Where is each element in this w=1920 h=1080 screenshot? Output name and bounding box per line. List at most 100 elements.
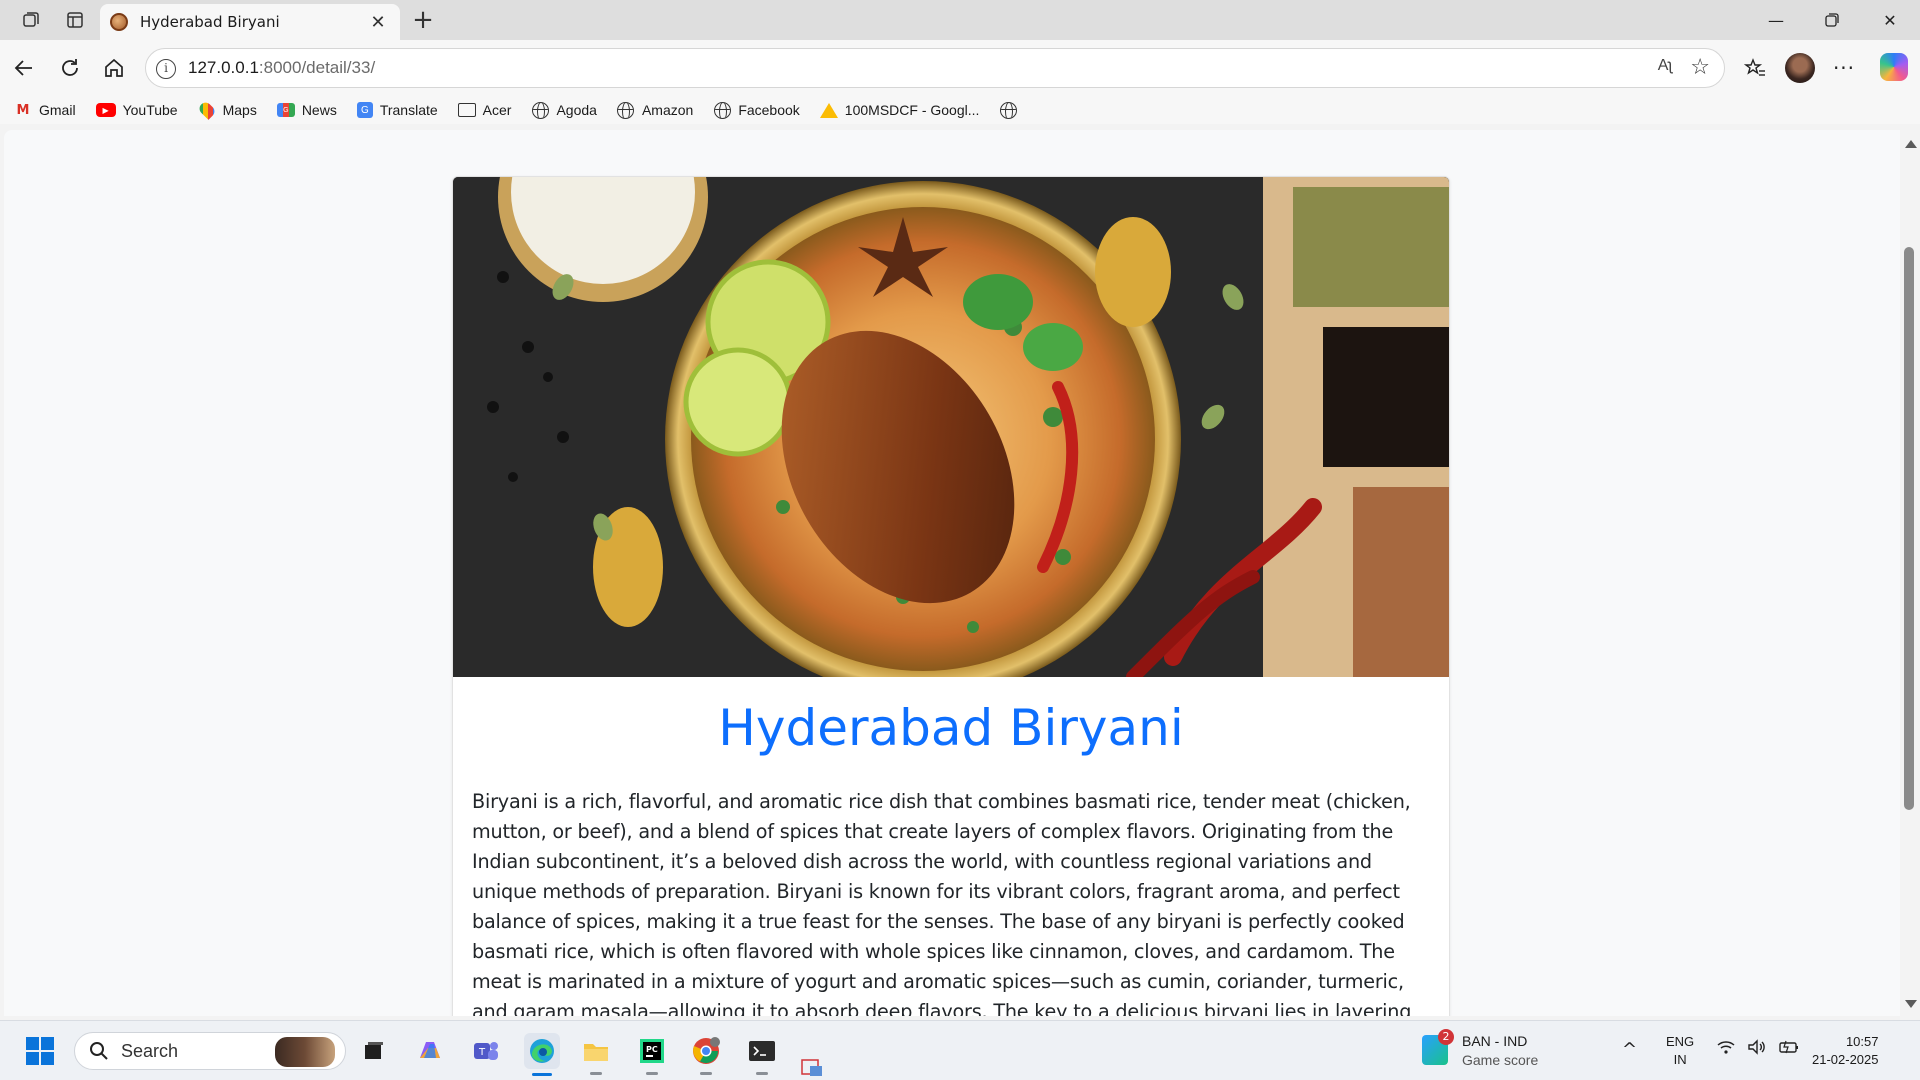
refresh-button[interactable] xyxy=(54,52,86,84)
recipe-description: Biryani is a rich, flavorful, and aromat… xyxy=(472,790,1412,1016)
svg-text:T: T xyxy=(478,1047,486,1058)
gmail-icon: M xyxy=(16,102,30,118)
site-info-icon[interactable]: i xyxy=(156,59,176,79)
bookmark-label: Gmail xyxy=(39,102,76,118)
news-icon: G xyxy=(276,103,295,117)
bookmark-youtube[interactable]: ▶ YouTube xyxy=(95,102,178,118)
tab-active[interactable]: Hyderabad Biryani ✕ xyxy=(100,4,400,40)
back-button[interactable] xyxy=(8,52,40,84)
biryani-illustration xyxy=(453,177,1449,677)
start-button[interactable] xyxy=(22,1033,58,1069)
copilot-icon[interactable] xyxy=(1880,53,1908,81)
globe-icon xyxy=(617,101,635,119)
running-indicator xyxy=(700,1072,712,1075)
browser-toolbar: i 127.0.0.1:8000/detail/33/ Aʅ ☆ ··· xyxy=(0,40,1920,96)
active-indicator xyxy=(532,1073,552,1076)
windows-logo-icon xyxy=(26,1037,54,1065)
home-button[interactable] xyxy=(98,52,130,84)
svg-text:PC: PC xyxy=(646,1045,658,1054)
clock-date: 21-02-2025 xyxy=(1812,1052,1879,1067)
snipping-icon xyxy=(801,1059,822,1076)
windows-taskbar: Search T PC 2 BAN - IND Game score ^ ENG… xyxy=(0,1020,1920,1080)
show-hidden-icons-chevron-up-icon[interactable]: ^ xyxy=(1622,1039,1637,1060)
url-text[interactable]: 127.0.0.1:8000/detail/33/ xyxy=(188,58,375,78)
read-aloud-icon[interactable]: Aʅ xyxy=(1658,57,1672,75)
volume-icon xyxy=(1748,1039,1765,1055)
favorite-star-icon[interactable]: ☆ xyxy=(1690,55,1710,80)
chrome-button[interactable] xyxy=(688,1033,724,1075)
terminal-icon xyxy=(749,1041,775,1061)
folder-icon xyxy=(457,102,476,118)
clock[interactable]: 10:57 21-02-2025 xyxy=(1812,1033,1879,1069)
running-indicator xyxy=(756,1072,768,1075)
minimize-button[interactable]: — xyxy=(1748,0,1804,40)
url-path: :8000/detail/33/ xyxy=(258,58,376,77)
bookmark-amazon[interactable]: Amazon xyxy=(617,101,694,119)
workspaces-icon-glyph xyxy=(23,12,39,27)
task-view-button[interactable] xyxy=(356,1033,392,1069)
copilot-app-button[interactable] xyxy=(412,1033,448,1069)
bookmark-globe[interactable] xyxy=(999,101,1024,119)
vertical-tabs-icon[interactable] xyxy=(60,7,90,33)
bookmark-label: Facebook xyxy=(738,102,800,118)
close-window-button[interactable]: ✕ xyxy=(1862,0,1918,40)
input-language[interactable]: ENG IN xyxy=(1666,1033,1694,1069)
system-tray[interactable] xyxy=(1716,1039,1800,1059)
close-tab-icon[interactable]: ✕ xyxy=(366,12,390,33)
scroll-up-icon[interactable] xyxy=(1905,140,1917,148)
globe-icon xyxy=(531,101,549,119)
bookmark-agoda[interactable]: Agoda xyxy=(531,101,597,119)
edge-button[interactable] xyxy=(524,1033,560,1076)
favorites-list-icon xyxy=(1744,58,1765,76)
bookmark-label: Translate xyxy=(379,102,438,118)
pycharm-icon: PC xyxy=(640,1039,664,1063)
bookmark-translate[interactable]: G Translate xyxy=(356,102,438,118)
profile-avatar[interactable] xyxy=(1785,53,1815,83)
bookmark-acer[interactable]: Acer xyxy=(457,102,511,118)
translate-icon: G xyxy=(356,102,373,118)
region-code: IN xyxy=(1673,1052,1687,1067)
globe-icon xyxy=(713,101,731,119)
file-explorer-button[interactable] xyxy=(578,1033,614,1075)
search-label: Search xyxy=(121,1040,179,1061)
favorites-button[interactable] xyxy=(1739,52,1771,84)
bookmark-drive[interactable]: 100MSDCF - Googl... xyxy=(819,102,979,118)
new-tab-button[interactable]: + xyxy=(408,6,438,36)
url-host: 127.0.0.1 xyxy=(188,58,259,77)
vertical-tabs-icon-glyph xyxy=(67,12,83,28)
teams-button[interactable]: T xyxy=(468,1033,504,1069)
bookmark-label: Maps xyxy=(222,102,257,118)
bookmark-maps[interactable]: Maps xyxy=(196,100,257,120)
taskbar-search[interactable]: Search xyxy=(74,1032,346,1070)
snipping-tool-button[interactable] xyxy=(798,1057,828,1079)
running-indicator xyxy=(590,1072,602,1075)
task-view-icon xyxy=(365,1042,383,1059)
recipe-title: Hyderabad Biryani xyxy=(718,699,1184,757)
clock-time: 10:57 xyxy=(1845,1034,1879,1049)
recipe-card: Hyderabad Biryani Biryani is a rich, fla… xyxy=(452,176,1450,1016)
scroll-down-icon[interactable] xyxy=(1905,1000,1917,1008)
widget-subtitle: Game score xyxy=(1462,1052,1539,1068)
sports-widget[interactable]: 2 BAN - IND Game score xyxy=(1422,1029,1572,1071)
pycharm-button[interactable]: PC xyxy=(634,1033,670,1075)
biryani-hero-image xyxy=(453,177,1449,677)
tab-strip: Hyderabad Biryani ✕ + — ✕ xyxy=(0,0,1920,40)
terminal-button[interactable] xyxy=(744,1033,780,1075)
biryani-favicon-icon xyxy=(110,13,128,31)
bookmark-gmail[interactable]: M Gmail xyxy=(14,102,76,118)
bookmarks-bar: M Gmail ▶ YouTube Maps G News G Translate Ac… xyxy=(0,96,1920,124)
page-scrollbar[interactable] xyxy=(1900,130,1920,1016)
address-bar[interactable]: i 127.0.0.1:8000/detail/33/ Aʅ ☆ xyxy=(145,48,1725,88)
bookmark-label: News xyxy=(301,102,337,118)
workspaces-icon[interactable] xyxy=(16,7,46,33)
bookmark-news[interactable]: G News xyxy=(276,102,337,118)
copilot-app-icon xyxy=(420,1042,440,1058)
settings-more-icon[interactable]: ··· xyxy=(1828,52,1860,84)
teams-icon: T xyxy=(474,1042,498,1060)
bookmark-label: Agoda xyxy=(556,102,597,118)
scroll-thumb[interactable] xyxy=(1904,247,1914,810)
page-viewport: Hyderabad Biryani Biryani is a rich, fla… xyxy=(4,130,1902,1016)
restore-button[interactable] xyxy=(1804,0,1860,40)
bookmark-facebook[interactable]: Facebook xyxy=(713,101,800,119)
bookmark-label: Amazon xyxy=(641,102,694,118)
